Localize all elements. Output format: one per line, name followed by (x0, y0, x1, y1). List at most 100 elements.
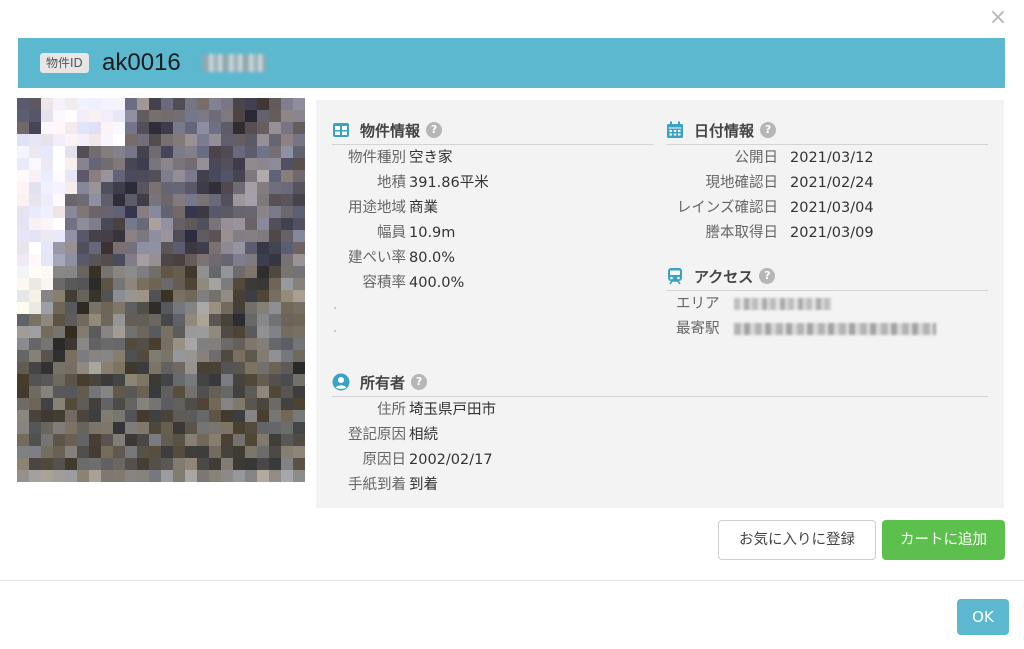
photo-mosaic-cell (41, 170, 53, 182)
photo-mosaic-cell (197, 146, 209, 158)
photo-mosaic-cell (161, 362, 173, 374)
photo-mosaic-cell (89, 98, 101, 110)
photo-mosaic-cell (125, 410, 137, 422)
photo-mosaic-cell (113, 230, 125, 242)
photo-mosaic-cell (125, 122, 137, 134)
access-title: アクセス (694, 267, 754, 286)
photo-mosaic-cell (293, 386, 305, 398)
photo-mosaic-cell (233, 194, 245, 206)
photo-mosaic-cell (197, 314, 209, 326)
photo-mosaic-cell (137, 158, 149, 170)
photo-mosaic-cell (17, 242, 29, 254)
photo-mosaic-cell (17, 386, 29, 398)
photo-mosaic-cell (269, 314, 281, 326)
owner-help-icon[interactable]: ? (411, 374, 428, 390)
photo-mosaic-cell (41, 158, 53, 170)
property-id-redacted (202, 54, 266, 72)
photo-mosaic-cell (125, 206, 137, 218)
photo-mosaic-cell (101, 326, 113, 338)
add-to-cart-button[interactable]: カートに追加 (882, 520, 1005, 560)
photo-mosaic-cell (41, 338, 53, 350)
photo-mosaic-cell (221, 290, 233, 302)
access-help-icon[interactable]: ? (759, 268, 776, 284)
property-info-help-icon[interactable]: ? (426, 122, 443, 138)
photo-mosaic-cell (221, 374, 233, 386)
photo-mosaic-cell (209, 410, 221, 422)
photo-mosaic-cell (197, 458, 209, 470)
photo-mosaic-cell (293, 122, 305, 134)
photo-mosaic-cell (173, 146, 185, 158)
photo-mosaic-cell (113, 362, 125, 374)
add-to-favorites-button[interactable]: お気に入りに登録 (718, 520, 876, 560)
photo-mosaic-cell (77, 206, 89, 218)
photo-mosaic-cell (65, 338, 77, 350)
photo-mosaic-cell (77, 122, 89, 134)
photo-mosaic-cell (29, 326, 41, 338)
access-heading: アクセス ? (666, 264, 776, 288)
photo-mosaic-cell (233, 134, 245, 146)
photo-mosaic-cell (293, 446, 305, 458)
photo-mosaic-cell (281, 398, 293, 410)
photo-mosaic-cell (221, 410, 233, 422)
photo-mosaic-cell (101, 146, 113, 158)
photo-mosaic-cell (65, 434, 77, 446)
date-info-help-icon[interactable]: ? (760, 122, 777, 138)
registry-date-label-wrap: 謄本取得日 (646, 222, 779, 244)
photo-mosaic-cell (233, 446, 245, 458)
photo-mosaic-cell (41, 110, 53, 122)
photo-mosaic-cell (221, 134, 233, 146)
site-check-date-value: 2021/02/24 (790, 175, 874, 191)
close-dialog-button[interactable]: × (984, 4, 1012, 32)
photo-mosaic-cell (65, 254, 77, 266)
photo-mosaic-cell (221, 170, 233, 182)
photo-mosaic-cell (125, 350, 137, 362)
photo-mosaic-cell (137, 338, 149, 350)
photo-mosaic-cell (293, 374, 305, 386)
photo-mosaic-cell (53, 446, 65, 458)
photo-mosaic-cell (41, 194, 53, 206)
photo-mosaic-cell (257, 338, 269, 350)
photo-mosaic-cell (125, 134, 137, 146)
photo-mosaic-cell (221, 470, 233, 482)
photo-mosaic-cell (281, 302, 293, 314)
photo-mosaic-cell (89, 290, 101, 302)
photo-mosaic-cell (173, 230, 185, 242)
photo-mosaic-cell (17, 350, 29, 362)
photo-mosaic-cell (101, 206, 113, 218)
photo-mosaic-cell (53, 314, 65, 326)
photo-mosaic-cell (89, 398, 101, 410)
photo-mosaic-cell (197, 170, 209, 182)
photo-mosaic-cell (41, 362, 53, 374)
photo-mosaic-cell (173, 266, 185, 278)
photo-mosaic-cell (65, 122, 77, 134)
photo-mosaic-cell (149, 374, 161, 386)
photo-mosaic-cell (197, 206, 209, 218)
photo-mosaic-cell (209, 206, 221, 218)
photo-mosaic-cell (53, 362, 65, 374)
divider (666, 144, 988, 145)
photo-mosaic-cell (221, 302, 233, 314)
photo-mosaic-cell (293, 314, 305, 326)
photo-mosaic-cell (17, 122, 29, 134)
photo-mosaic-cell (269, 290, 281, 302)
ok-button[interactable]: OK (957, 599, 1009, 635)
photo-mosaic-cell (233, 146, 245, 158)
photo-mosaic-cell (17, 374, 29, 386)
photo-mosaic-cell (89, 122, 101, 134)
photo-mosaic-cell (101, 194, 113, 206)
photo-mosaic-cell (257, 410, 269, 422)
photo-mosaic-cell (77, 182, 89, 194)
photo-mosaic-cell (17, 278, 29, 290)
photo-mosaic-cell (53, 374, 65, 386)
floor-area-ratio-label: 容積率 (362, 275, 407, 291)
photo-mosaic-cell (257, 350, 269, 362)
photo-mosaic-cell (281, 350, 293, 362)
photo-mosaic-cell (281, 374, 293, 386)
photo-mosaic-cell (53, 266, 65, 278)
photo-mosaic-cell (185, 206, 197, 218)
photo-mosaic-cell (245, 302, 257, 314)
photo-mosaic-cell (233, 158, 245, 170)
photo-mosaic-cell (245, 170, 257, 182)
photo-mosaic-cell (245, 398, 257, 410)
photo-mosaic-cell (221, 110, 233, 122)
